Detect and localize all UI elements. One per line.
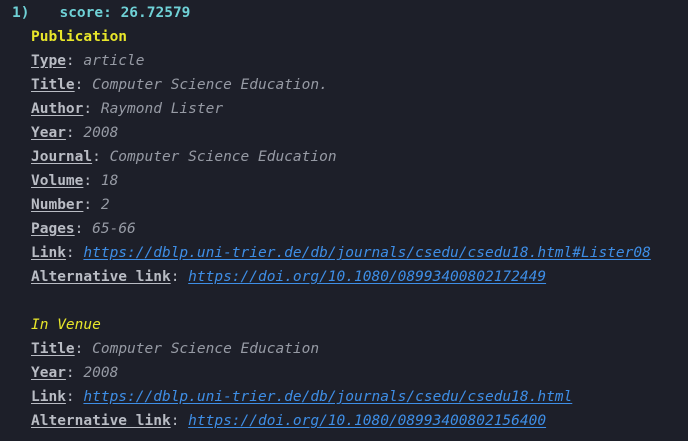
venue-link-row: Link: https://dblp.uni-trier.de/db/journ…	[31, 389, 573, 405]
venue-link[interactable]: https://dblp.uni-trier.de/db/journals/cs…	[83, 389, 572, 405]
field-key: Alternative link	[31, 269, 171, 285]
field-value: 2008	[83, 125, 119, 141]
publication-pages-row: Pages: 65-66	[31, 221, 136, 237]
field-key: Pages	[31, 221, 75, 237]
field-key: Title	[31, 341, 75, 357]
publication-number-row: Number: 2	[31, 197, 110, 213]
publication-link[interactable]: https://dblp.uni-trier.de/db/journals/cs…	[83, 245, 650, 261]
field-key: Type	[31, 53, 66, 69]
publication-link-row: Link: https://dblp.uni-trier.de/db/journ…	[31, 245, 651, 261]
field-key: Volume	[31, 173, 84, 189]
publication-volume-row: Volume: 18	[31, 173, 119, 189]
field-key: Year	[31, 125, 66, 141]
publication-year-row: Year: 2008	[31, 125, 119, 141]
field-key: Link	[31, 389, 66, 405]
publication-journal-row: Journal: Computer Science Education	[31, 149, 337, 165]
result-score-line: 1) score: 26.72579	[12, 1, 190, 25]
field-key: Alternative link	[31, 413, 171, 429]
field-value: Computer Science Education	[109, 149, 337, 165]
field-key: Link	[31, 245, 66, 261]
venue-title-row: Title: Computer Science Education	[31, 341, 320, 357]
field-value: 2008	[83, 365, 119, 381]
publication-title-row: Title: Computer Science Education.	[31, 77, 328, 93]
field-key: Journal	[31, 149, 93, 165]
venue-heading: In Venue	[31, 317, 101, 333]
result-score: score: 26.72579	[59, 5, 191, 21]
venue-alternative-link[interactable]: https://doi.org/10.1080/0899340080215640…	[188, 413, 546, 429]
field-value: Computer Science Education	[92, 341, 320, 357]
publication-author-row: Author: Raymond Lister	[31, 101, 224, 117]
venue-alt-link-row: Alternative link: https://doi.org/10.108…	[31, 413, 547, 429]
publication-heading: Publication	[31, 29, 128, 45]
field-value: Raymond Lister	[100, 101, 224, 117]
field-value: Computer Science Education.	[92, 77, 328, 93]
field-key: Author	[31, 101, 84, 117]
field-value: article	[83, 53, 145, 69]
result-index: 1)	[12, 5, 30, 21]
field-key: Number	[31, 197, 84, 213]
publication-alt-link-row: Alternative link: https://doi.org/10.108…	[31, 269, 547, 285]
field-key: Year	[31, 365, 66, 381]
publication-type-row: Type: article	[31, 53, 145, 69]
venue-year-row: Year: 2008	[31, 365, 119, 381]
field-value: 2	[100, 197, 110, 213]
field-key: Title	[31, 77, 75, 93]
publication-alternative-link[interactable]: https://doi.org/10.1080/0899340080217244…	[188, 269, 546, 285]
field-value: 18	[100, 173, 119, 189]
field-value: 65-66	[92, 221, 136, 237]
